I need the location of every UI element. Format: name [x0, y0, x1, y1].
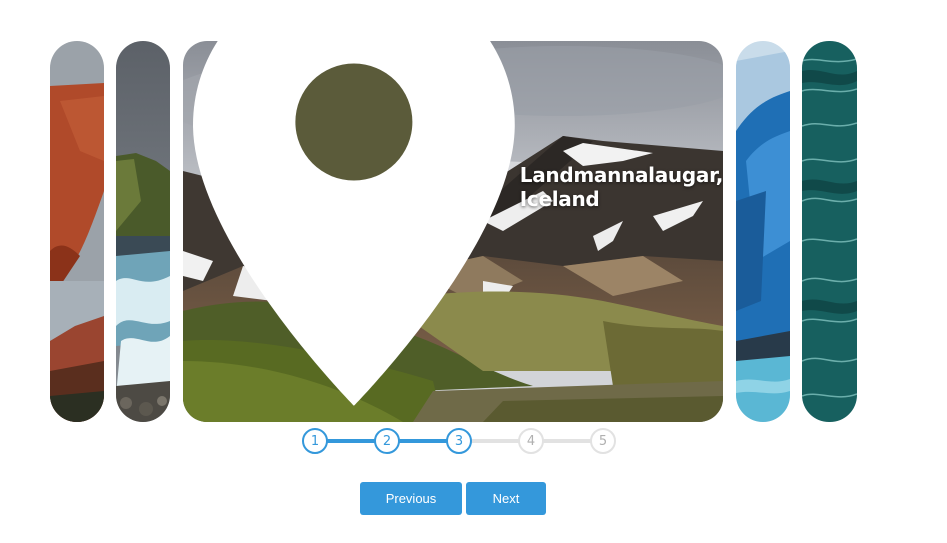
step-3[interactable]: 3 — [446, 428, 472, 454]
waterfall-cliff-image — [116, 41, 170, 422]
slide-thumb-glacier-ice[interactable] — [736, 41, 790, 422]
step-2[interactable]: 2 — [374, 428, 400, 454]
location-pin-icon — [193, 41, 515, 406]
glacier-ice-image — [736, 41, 790, 422]
step-progress: 1 2 3 4 5 — [302, 427, 617, 455]
red-rock-arch-image — [50, 41, 104, 422]
step-4[interactable]: 4 — [518, 428, 544, 454]
step-connector-3-4 — [470, 439, 521, 443]
slide-caption-text: Landmannalaugar, Iceland — [519, 162, 723, 211]
next-button[interactable]: Next — [466, 482, 546, 515]
step-1[interactable]: 1 — [302, 428, 328, 454]
step-connector-1-2 — [326, 439, 377, 443]
ocean-waves-image — [802, 41, 857, 422]
slide-main-landmannalaugar[interactable]: Landmannalaugar, Iceland — [183, 41, 723, 422]
previous-button[interactable]: Previous — [360, 482, 462, 515]
slide-thumb-red-rock-arch[interactable] — [50, 41, 104, 422]
step-5[interactable]: 5 — [590, 428, 616, 454]
slide-thumb-ocean-waves[interactable] — [802, 41, 857, 422]
slide-thumb-waterfall-cliff[interactable] — [116, 41, 170, 422]
step-connector-2-3 — [398, 439, 449, 443]
slide-caption: Landmannalaugar, Iceland — [193, 41, 723, 406]
step-connector-4-5 — [542, 439, 593, 443]
